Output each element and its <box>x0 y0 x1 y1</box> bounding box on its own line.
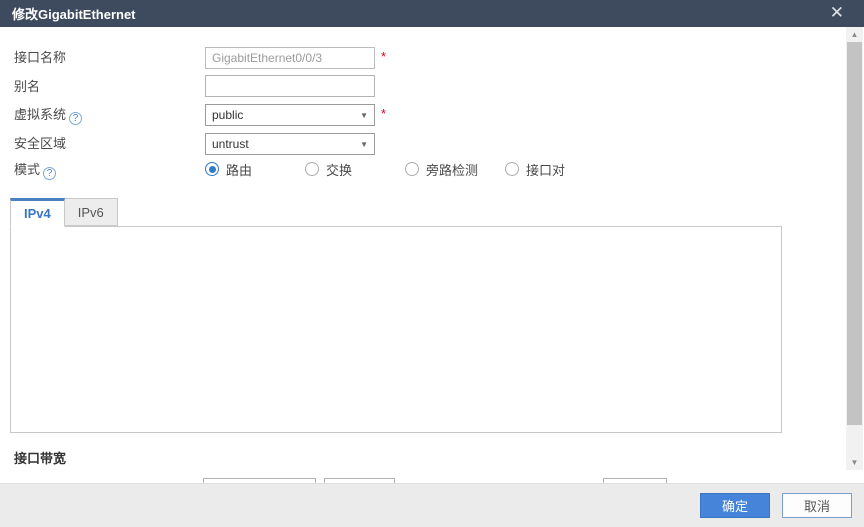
radio-icon <box>305 162 319 176</box>
scroll-down-icon[interactable]: ▼ <box>846 455 863 470</box>
mode-radio-route[interactable]: 路由 <box>205 161 252 177</box>
interface-name-input[interactable] <box>205 47 375 69</box>
ip-version-tabs: IPv4 IPv6 <box>10 198 117 227</box>
ipv4-panel <box>10 226 782 433</box>
ok-button[interactable]: 确定 <box>700 493 770 518</box>
security-zone-label: 安全区域 <box>14 136 66 152</box>
help-icon[interactable]: ? <box>69 112 82 125</box>
help-icon[interactable]: ? <box>43 167 56 180</box>
chevron-down-icon: ▼ <box>360 140 368 149</box>
radio-icon <box>405 162 419 176</box>
interface-name-label: 接口名称 <box>14 50 66 66</box>
cancel-button[interactable]: 取消 <box>782 493 852 518</box>
mode-radio-bypass[interactable]: 旁路检测 <box>405 161 478 177</box>
bandwidth-section-title: 接口带宽 <box>14 448 66 467</box>
mode-radio-switch[interactable]: 交换 <box>305 161 352 177</box>
security-zone-select[interactable]: untrust ▼ <box>205 133 375 155</box>
dialog-title: 修改GigabitEthernet <box>12 4 136 23</box>
security-zone-value: untrust <box>212 137 356 151</box>
required-mark: * <box>381 49 386 64</box>
alias-label: 别名 <box>14 79 40 95</box>
tab-ipv4[interactable]: IPv4 <box>10 198 65 227</box>
vertical-scrollbar[interactable]: ▲ ▼ <box>846 27 863 470</box>
radio-selected-icon <box>205 162 219 176</box>
chevron-down-icon: ▼ <box>360 111 368 120</box>
radio-icon <box>505 162 519 176</box>
alias-input[interactable] <box>205 75 375 97</box>
tab-ipv6[interactable]: IPv6 <box>64 198 118 226</box>
close-icon[interactable]: ✕ <box>822 4 852 23</box>
scroll-up-icon[interactable]: ▲ <box>846 27 863 42</box>
dialog-footer: 确定 取消 <box>0 483 864 527</box>
virtual-system-value: public <box>212 108 356 122</box>
modify-interface-dialog: 修改GigabitEthernet ✕ 接口名称 * 别名 虚拟系统? publ… <box>0 0 864 527</box>
virtual-system-label: 虚拟系统? <box>14 107 82 125</box>
mode-radio-interface-pair[interactable]: 接口对 <box>505 161 565 177</box>
virtual-system-select[interactable]: public ▼ <box>205 104 375 126</box>
scrollbar-thumb[interactable] <box>847 42 862 425</box>
dialog-titlebar: 修改GigabitEthernet ✕ <box>0 0 864 27</box>
required-mark: * <box>381 106 386 121</box>
mode-label: 模式? <box>14 162 56 180</box>
